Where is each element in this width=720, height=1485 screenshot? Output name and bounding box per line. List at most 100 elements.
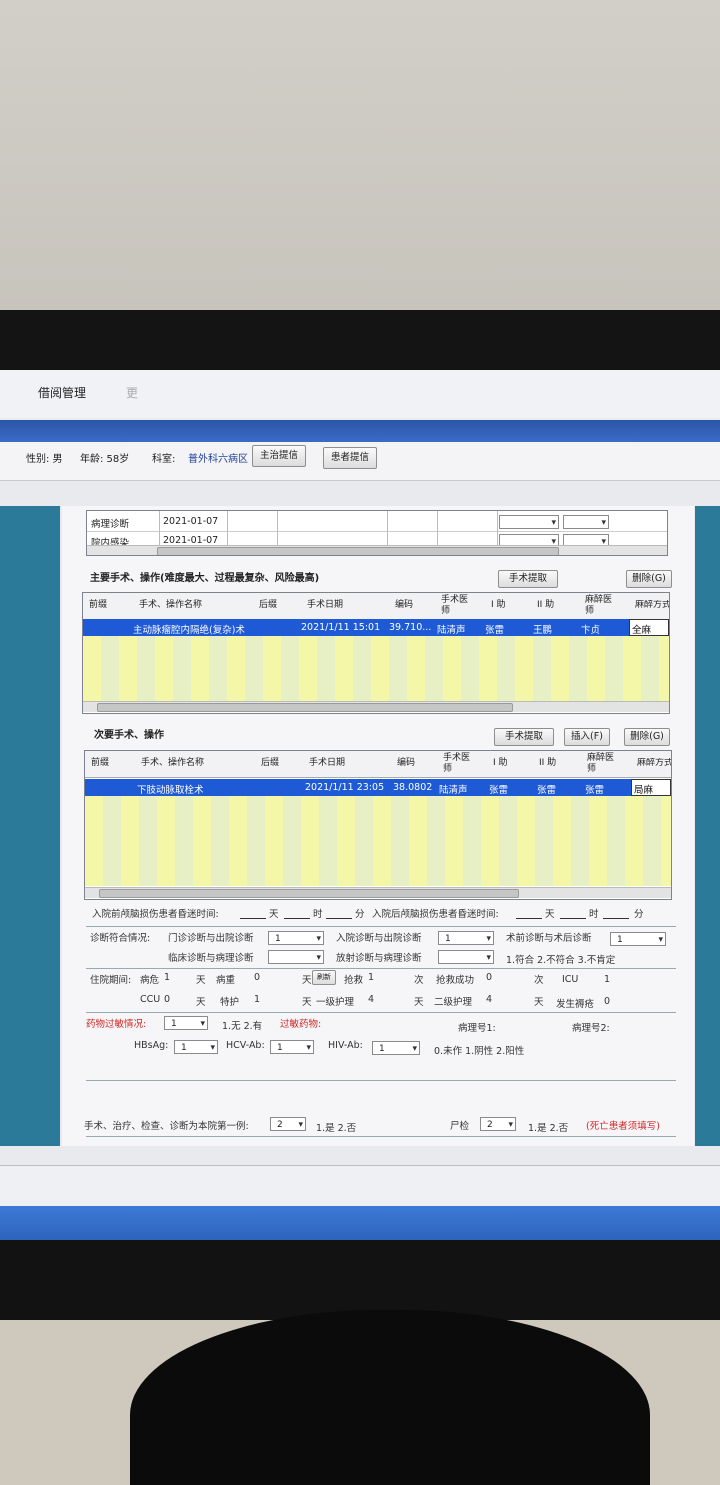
virus-legend: 0.未作 1.阴性 2.阳性 bbox=[434, 1046, 525, 1057]
col-anesth-method: 麻醉方式 bbox=[635, 600, 670, 610]
col-date: 手术日期 bbox=[309, 758, 346, 768]
coma-after-minutes-input[interactable] bbox=[603, 906, 629, 919]
col-anesth-method: 麻醉方式 bbox=[637, 758, 672, 768]
level1-day-unit: 天 bbox=[414, 997, 424, 1008]
monitor-bezel-top bbox=[0, 310, 720, 372]
diagnosis-grid: 病理诊断 2021-01-07 院内感染 2021-01-07 bbox=[86, 510, 668, 556]
menu-bar: 借阅管理 更 bbox=[0, 370, 720, 418]
monitor-screen: 借阅管理 更 性别: 男 年龄: 58岁 科室: 普外科六病区 主治提信 患者提… bbox=[0, 370, 720, 1240]
anesth-method-cell[interactable]: 全麻 bbox=[629, 619, 669, 636]
main-surgery-header: 前缀 手术、操作名称 后缀 手术日期 编码 手术医师 I 助 II 助 麻醉医师… bbox=[83, 593, 669, 620]
rescue-success-count[interactable]: 0 bbox=[486, 972, 492, 983]
bedsore-count[interactable]: 0 bbox=[604, 996, 610, 1007]
sub-surgery-extract-button[interactable]: 手术提取 bbox=[494, 728, 554, 746]
scrollbar-thumb[interactable] bbox=[99, 889, 519, 898]
critical-days[interactable]: 1 bbox=[164, 972, 170, 983]
assist1-name: 张雷 bbox=[485, 625, 505, 636]
sub-surgery-empty-area bbox=[85, 796, 671, 886]
diag-match-opt3-select[interactable]: 1 bbox=[610, 932, 666, 947]
hiv-select[interactable]: 1 bbox=[372, 1041, 420, 1056]
anesth-method-cell[interactable]: 局麻 bbox=[631, 779, 671, 796]
section-divider bbox=[86, 1012, 676, 1013]
rescue-times-unit: 次 bbox=[414, 975, 424, 986]
diag-match-opt5-select[interactable] bbox=[438, 950, 494, 965]
patient-info-bar: 性别: 男 年龄: 58岁 科室: 普外科六病区 主治提信 患者提信 bbox=[0, 442, 720, 481]
patient-reminder-button[interactable]: 患者提信 bbox=[323, 447, 377, 469]
assist1-name: 张雷 bbox=[489, 785, 509, 796]
col-suffix: 后缀 bbox=[259, 600, 278, 610]
main-surgery-extract-button[interactable]: 手术提取 bbox=[498, 570, 558, 588]
surgeon-name: 陆清声 bbox=[437, 625, 466, 636]
section-divider bbox=[86, 1136, 676, 1137]
col-assist1: I 助 bbox=[493, 758, 508, 768]
severe-days[interactable]: 0 bbox=[254, 972, 260, 983]
doctor-reminder-button[interactable]: 主治提信 bbox=[252, 445, 306, 467]
col-code: 编码 bbox=[397, 758, 416, 768]
coma-before-minutes-input[interactable] bbox=[326, 906, 352, 919]
hbsag-label: HBsAg: bbox=[134, 1040, 169, 1051]
special-care-days[interactable]: 1 bbox=[254, 994, 260, 1005]
scrollbar-thumb[interactable] bbox=[97, 703, 513, 712]
coma-before-days-input[interactable] bbox=[240, 906, 266, 919]
anesth-method-value: 全麻 bbox=[632, 625, 652, 636]
diag-dropdown[interactable] bbox=[563, 515, 609, 530]
section-divider bbox=[86, 1080, 676, 1081]
coma-day-unit: 天 bbox=[545, 909, 555, 920]
coma-after-days-input[interactable] bbox=[516, 906, 542, 919]
menu-item-more[interactable]: 更 bbox=[126, 384, 138, 401]
surgery-name: 主动脉瘤腔内隔绝(复杂)术 bbox=[133, 625, 245, 636]
allergy-select[interactable]: 1 bbox=[164, 1016, 208, 1031]
allergy-drug-label: 过敏药物: bbox=[280, 1019, 322, 1030]
level1-care-days[interactable]: 4 bbox=[368, 994, 374, 1005]
sub-surgery-scrollbar[interactable] bbox=[85, 887, 671, 898]
main-surgery-scrollbar[interactable] bbox=[83, 701, 669, 712]
diag-match-opt3-label: 术前诊断与术后诊断 bbox=[506, 933, 592, 944]
level2-care-days[interactable]: 4 bbox=[486, 994, 492, 1005]
sub-surgery-delete-button[interactable]: 删除(G) bbox=[624, 728, 670, 746]
surgery-form-panel: 病理诊断 2021-01-07 院内感染 2021-01-07 主要手术、操作(… bbox=[62, 506, 694, 1146]
autopsy-select[interactable]: 2 bbox=[480, 1117, 516, 1132]
coma-hour-unit: 时 bbox=[589, 909, 599, 920]
rescue-count[interactable]: 1 bbox=[368, 972, 374, 983]
section-divider bbox=[86, 926, 676, 927]
diag-match-opt4-label: 临床诊断与病理诊断 bbox=[168, 953, 254, 964]
surgery-code: 38.0802 bbox=[393, 782, 433, 793]
status-strip bbox=[0, 1165, 720, 1206]
first-case-select[interactable]: 2 bbox=[270, 1117, 306, 1132]
assist2-name: 王鹏 bbox=[533, 625, 553, 636]
diag-grid-scrollbar[interactable] bbox=[87, 545, 667, 555]
anesth-method-value: 局麻 bbox=[634, 785, 654, 796]
severe-day-unit: 天 bbox=[302, 975, 312, 986]
pathology-no2-label: 病理号2: bbox=[572, 1023, 610, 1034]
severe-label: 病重 bbox=[216, 975, 236, 986]
hbsag-select[interactable]: 1 bbox=[174, 1040, 218, 1055]
main-surgery-title: 主要手术、操作(难度最大、过程最复杂、风险最高) bbox=[90, 573, 320, 584]
coma-after-hours-input[interactable] bbox=[560, 906, 586, 919]
coma-hour-unit: 时 bbox=[313, 909, 323, 920]
col-prefix: 前缀 bbox=[91, 758, 110, 768]
main-surgery-delete-button[interactable]: 删除(G) bbox=[626, 570, 672, 588]
autopsy-note: (死亡患者须填写) bbox=[586, 1121, 660, 1132]
diag-match-opt4-select[interactable] bbox=[268, 950, 324, 965]
diag-match-opt2-select[interactable]: 1 bbox=[438, 931, 494, 946]
anesthetist-name: 张雷 bbox=[585, 785, 605, 796]
icu-label: ICU bbox=[562, 974, 579, 985]
ccu-days[interactable]: 0 bbox=[164, 994, 170, 1005]
pathology-no1-label: 病理号1: bbox=[458, 1023, 496, 1034]
sub-surgery-insert-button[interactable]: 插入(F) bbox=[564, 728, 610, 746]
diag-match-opt2-label: 入院诊断与出院诊断 bbox=[336, 933, 422, 944]
menu-item-borrow[interactable]: 借阅管理 bbox=[38, 384, 86, 401]
hcv-select[interactable]: 1 bbox=[270, 1040, 314, 1055]
main-surgery-row[interactable]: 主动脉瘤腔内隔绝(复杂)术 2021/1/11 15:01 39.710... … bbox=[83, 619, 629, 636]
stay-label: 住院期间: bbox=[90, 975, 132, 986]
diag-match-opt1-select[interactable]: 1 bbox=[268, 931, 324, 946]
main-surgery-empty-area bbox=[83, 636, 669, 701]
coma-before-hours-input[interactable] bbox=[284, 906, 310, 919]
coma-minute-unit: 分 bbox=[355, 909, 365, 920]
refresh-button[interactable]: 刷新 bbox=[312, 970, 336, 985]
icu-days[interactable]: 1 bbox=[604, 974, 610, 985]
diag-dropdown[interactable] bbox=[499, 515, 559, 530]
col-assist1: I 助 bbox=[491, 600, 506, 610]
sub-surgery-row[interactable]: 下肢动脉取栓术 2021/1/11 23:05 38.0802 陆清声 张雷 张… bbox=[85, 779, 631, 796]
scrollbar-thumb[interactable] bbox=[157, 547, 559, 555]
